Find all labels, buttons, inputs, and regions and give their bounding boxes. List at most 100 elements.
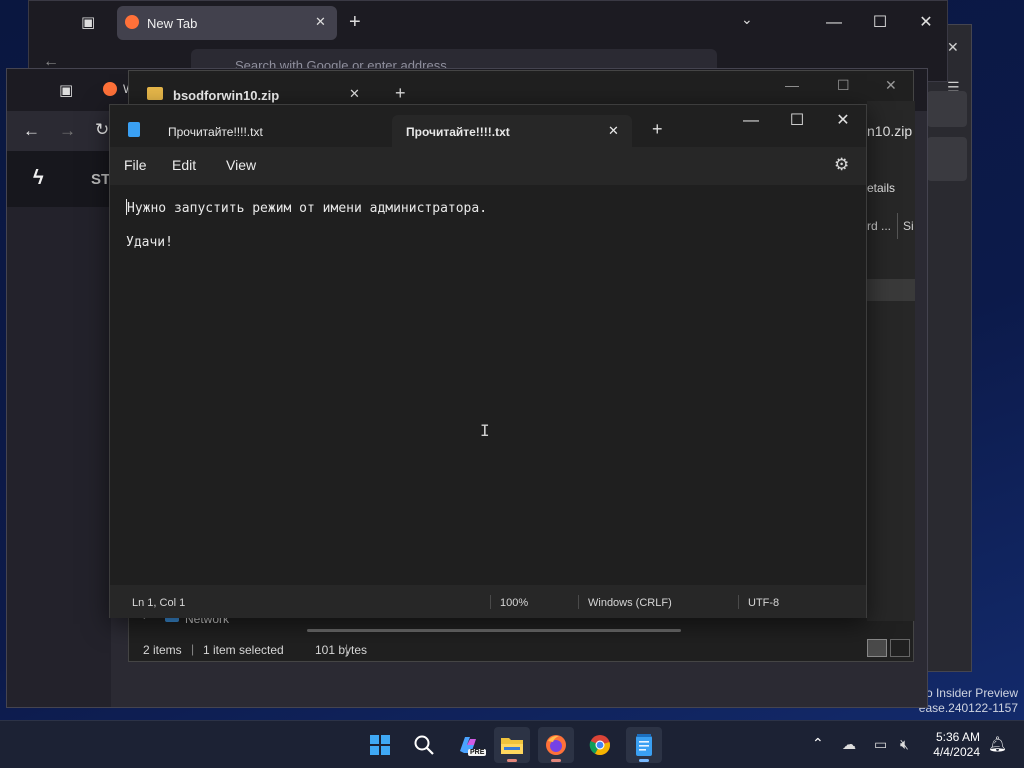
details-button[interactable]: etails (867, 181, 895, 195)
tab-label: Прочитайте!!!!.txt (406, 125, 510, 139)
lightning-logo-icon: ϟ (33, 167, 44, 189)
new-tab-plus-icon[interactable]: + (395, 83, 406, 104)
notification-bell-icon[interactable]: 🔔︎ (988, 735, 1007, 753)
column-header-partial[interactable]: rd ... (867, 219, 891, 233)
tiles-view-icon[interactable] (890, 639, 910, 657)
tab-close-icon[interactable]: ✕ (608, 123, 619, 139)
close-button[interactable]: ✕ (820, 105, 866, 137)
tab-close-icon[interactable]: ✕ (315, 14, 326, 30)
cloud-offline-icon[interactable]: ☁ (842, 736, 856, 753)
page-body (7, 207, 111, 707)
text-line-1: Нужно запустить режим от имени администр… (127, 201, 488, 216)
network-icon[interactable]: ▭ (874, 736, 887, 753)
status-divider: | (191, 642, 195, 656)
notepad-tabbar: Прочитайте!!!!.txt Прочитайте!!!!.txt ✕ … (110, 105, 866, 147)
taskbar: PRE ⌃ ☁ ▭ 🔇︎ 5:36 AM 4/4/2024 🔔︎ (0, 720, 1024, 768)
status-line-ending[interactable]: Windows (CRLF) (588, 597, 672, 609)
side-panel-block (927, 91, 967, 127)
start-button[interactable] (362, 727, 398, 763)
minimize-button[interactable]: — (785, 77, 799, 93)
column-divider (897, 213, 898, 239)
new-tab-plus-icon[interactable]: + (652, 119, 663, 140)
clock-date: 4/4/2024 (933, 745, 980, 759)
file-explorer-icon (501, 738, 523, 754)
notepad-window: Прочитайте!!!!.txt Прочитайте!!!!.txt ✕ … (109, 104, 867, 618)
clock-time: 5:36 AM (935, 730, 980, 744)
details-view-icon[interactable] (867, 639, 887, 657)
status-divider (490, 595, 491, 609)
firefox-icon (546, 735, 566, 755)
status-selected: 1 item selected (203, 643, 284, 657)
tab-title: New Tab (147, 16, 198, 31)
start-icon (370, 735, 390, 755)
file-explorer-button[interactable] (494, 727, 530, 763)
status-divider: | (345, 642, 349, 656)
status-position: Ln 1, Col 1 (132, 597, 186, 609)
copilot-button[interactable]: PRE (450, 727, 487, 763)
running-indicator (551, 759, 561, 762)
status-item-count: 2 items (143, 643, 182, 657)
maximize-button[interactable]: ☐ (774, 105, 820, 137)
tab-manager-icon[interactable]: ▣ (81, 13, 95, 31)
address-partial: n10.zip (867, 123, 913, 139)
copilot-badge: PRE (468, 749, 487, 756)
page-header: ϟ ST (7, 151, 111, 207)
maximize-button[interactable]: ☐ (837, 77, 850, 94)
build-watermark-line1: ro Insider Preview (921, 686, 1018, 700)
notepad-button[interactable] (626, 727, 662, 763)
system-clock[interactable]: 5:36 AM 4/4/2024 (933, 730, 980, 760)
menu-view[interactable]: View (226, 157, 256, 173)
search-icon (414, 735, 434, 755)
tab-manager-icon[interactable]: ▣ (59, 81, 73, 99)
notepad-tab-2[interactable]: Прочитайте!!!!.txt ✕ (392, 115, 632, 147)
minimize-button[interactable]: — (728, 105, 774, 137)
search-button[interactable] (406, 727, 442, 763)
chevron-up-icon[interactable]: ⌃ (812, 735, 824, 752)
notepad-icon (636, 734, 652, 756)
explorer-tab-title: bsodforwin10.zip (173, 88, 280, 103)
menu-file[interactable]: File (124, 157, 147, 173)
text-cursor-icon: I (480, 421, 490, 440)
build-watermark-line2: ease.240122-1157 (918, 701, 1018, 715)
notepad-icon (128, 122, 140, 137)
notepad-statusbar: Ln 1, Col 1 100% Windows (CRLF) UTF-8 (110, 585, 866, 618)
column-header-size-partial[interactable]: Si (903, 219, 914, 233)
status-encoding[interactable]: UTF-8 (748, 597, 779, 609)
menu-edit[interactable]: Edit (172, 157, 196, 173)
page-text-partial: ST (91, 171, 111, 188)
side-panel-block-2 (927, 137, 967, 181)
firefox-icon (125, 15, 139, 29)
forward-arrow-icon[interactable]: → (59, 121, 76, 141)
maximize-button[interactable]: ☐ (857, 7, 903, 39)
status-divider (738, 595, 739, 609)
status-divider (578, 595, 579, 609)
firefox-icon (103, 82, 117, 96)
tab-label: Прочитайте!!!!.txt (168, 125, 263, 139)
chevron-down-icon[interactable]: ⌄ (741, 11, 753, 28)
horizontal-scrollbar[interactable] (307, 629, 681, 632)
back-arrow-icon[interactable]: ← (23, 121, 40, 141)
settings-gear-icon[interactable]: ⚙ (834, 155, 849, 175)
selected-row-partial[interactable] (867, 279, 915, 301)
running-indicator (507, 759, 517, 762)
tab-new-tab[interactable]: New Tab ✕ (117, 6, 337, 40)
text-editor[interactable]: Нужно запустить режим от имени администр… (110, 185, 866, 585)
volume-muted-icon[interactable]: 🔇︎ (900, 736, 909, 753)
running-indicator (639, 759, 649, 762)
tab-close-icon[interactable]: ✕ (349, 86, 360, 102)
new-tab-plus-icon[interactable]: + (349, 11, 361, 34)
firefox-button[interactable] (538, 727, 574, 763)
folder-zip-icon (147, 87, 163, 100)
close-icon[interactable]: ✕ (947, 39, 959, 56)
notepad-tab-1[interactable]: Прочитайте!!!!.txt (154, 115, 354, 147)
chrome-button[interactable] (582, 727, 618, 763)
text-line-3: Удачи! (126, 235, 173, 250)
notepad-menubar: File Edit View ⚙ (110, 147, 866, 185)
firefox-tabbar: ▣ New Tab ✕ + ⌄ — ☐ ✕ (29, 1, 947, 45)
minimize-button[interactable]: — (811, 7, 857, 39)
close-button[interactable]: ✕ (885, 77, 897, 94)
status-size: 101 bytes (315, 643, 368, 657)
reload-icon[interactable]: ↻ (95, 120, 109, 140)
close-button[interactable]: ✕ (903, 7, 949, 39)
status-zoom[interactable]: 100% (500, 597, 528, 609)
